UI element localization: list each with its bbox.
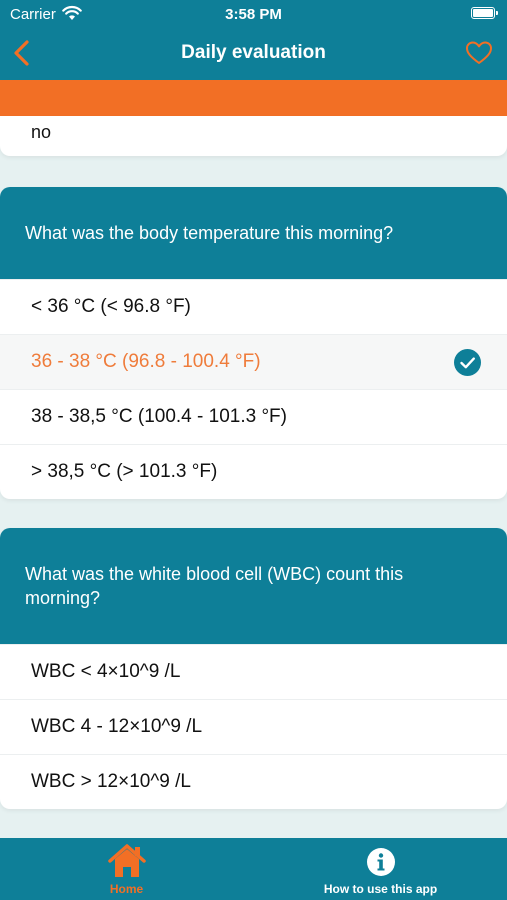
page-title: Daily evaluation bbox=[181, 42, 326, 63]
answer-option[interactable]: WBC < 4×10^9 /L bbox=[0, 644, 507, 699]
tab-home[interactable]: Home bbox=[0, 838, 253, 900]
answer-option[interactable]: < 36 °C (< 96.8 °F) bbox=[0, 279, 507, 334]
question-text: What was the white blood cell (WBC) coun… bbox=[0, 528, 507, 644]
home-icon bbox=[107, 844, 146, 877]
tab-bar: Home How to use this app bbox=[0, 838, 507, 900]
question-text: What was the body temperature this morni… bbox=[0, 187, 507, 279]
question-card-temperature: What was the body temperature this morni… bbox=[0, 187, 507, 499]
progress-strip bbox=[0, 80, 507, 116]
previous-answer-option[interactable]: no bbox=[31, 122, 51, 143]
answer-option[interactable]: 38 - 38,5 °C (100.4 - 101.3 °F) bbox=[0, 389, 507, 444]
tab-label: How to use this app bbox=[323, 882, 438, 896]
checkmark-icon bbox=[454, 349, 481, 376]
answer-option[interactable]: > 38,5 °C (> 101.3 °F) bbox=[0, 444, 507, 499]
answer-option-selected[interactable]: 36 - 38 °C (96.8 - 100.4 °F) bbox=[0, 334, 507, 389]
answer-option[interactable]: WBC 4 - 12×10^9 /L bbox=[0, 699, 507, 754]
tab-how-to-use[interactable]: How to use this app bbox=[254, 838, 507, 900]
battery-icon bbox=[471, 7, 498, 19]
status-bar: Carrier 3:58 PM bbox=[0, 0, 507, 28]
clock: 3:58 PM bbox=[225, 6, 282, 23]
info-icon bbox=[366, 848, 395, 876]
heart-icon[interactable] bbox=[465, 39, 493, 67]
tab-label: Home bbox=[109, 882, 144, 896]
question-card-wbc: What was the white blood cell (WBC) coun… bbox=[0, 528, 507, 809]
answer-option[interactable]: WBC > 12×10^9 /L bbox=[0, 754, 507, 809]
navigation-bar: Daily evaluation bbox=[0, 28, 507, 80]
previous-question-card: no bbox=[0, 116, 507, 156]
